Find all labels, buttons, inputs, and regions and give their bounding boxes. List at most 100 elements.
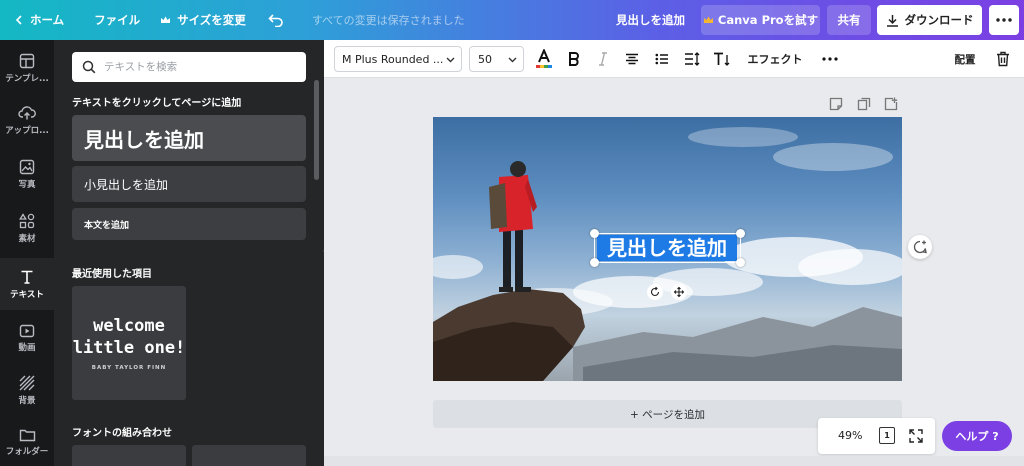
text-transform-icon: [714, 52, 730, 66]
add-body-card[interactable]: 本文を追加: [72, 208, 306, 240]
bullet-list-icon: [655, 53, 668, 65]
italic-button[interactable]: [594, 49, 612, 69]
click-to-add-heading: テキストをクリックしてページに追加: [72, 98, 242, 109]
rail-label: テンプレ...: [5, 73, 49, 84]
resize-handle[interactable]: [590, 258, 599, 267]
delete-button[interactable]: [994, 49, 1012, 69]
search-input[interactable]: [104, 61, 294, 73]
rail-item-templates[interactable]: テンプレ...: [0, 42, 54, 94]
top-bar: ホーム ファイル サイズを変更 すべての変更は保存されました 見出しを追加 Ca…: [0, 0, 1024, 40]
add-subheading-card[interactable]: 小見出しを追加: [72, 166, 306, 202]
align-button[interactable]: [622, 49, 642, 69]
ellipsis-icon: [822, 57, 838, 61]
more-text-options-button[interactable]: [820, 49, 840, 69]
trash-icon: [997, 51, 1009, 67]
font-combo-card[interactable]: [72, 445, 186, 466]
comment-add-icon: [913, 240, 927, 254]
help-label: ヘルプ ?: [955, 430, 999, 443]
page-count-button[interactable]: 1: [879, 427, 895, 444]
cloud-upload-icon: [18, 105, 36, 119]
download-button[interactable]: ダウンロード: [877, 5, 982, 35]
font-size-select[interactable]: 50: [469, 46, 524, 72]
text-t-icon: [21, 270, 33, 284]
position-button[interactable]: 配置: [948, 49, 982, 69]
rail-item-photos[interactable]: 写真: [0, 148, 54, 200]
move-icon: [674, 287, 684, 297]
rail-item-video[interactable]: 動画: [0, 312, 54, 364]
bold-icon: [569, 52, 579, 66]
add-page-icon[interactable]: [884, 97, 898, 111]
undo-icon: [268, 14, 283, 27]
file-menu-button[interactable]: ファイル: [84, 0, 150, 40]
canva-pro-button[interactable]: Canva Proを試す: [701, 5, 820, 35]
font-combo-card[interactable]: [192, 445, 306, 466]
add-body-label: 本文を追加: [84, 220, 130, 231]
font-combos-heading: フォントの組み合わせ: [72, 428, 172, 439]
chevron-down-icon: [446, 57, 455, 63]
text-color-icon: [536, 49, 552, 68]
rail-item-text[interactable]: テキスト: [0, 258, 54, 310]
rotate-icon: [650, 287, 660, 297]
effects-label: エフェクト: [747, 53, 803, 66]
save-status: すべての変更は保存されました: [311, 14, 465, 27]
home-button[interactable]: ホーム: [0, 0, 74, 40]
rail-label: アップロ...: [5, 125, 49, 136]
chevron-left-icon: [15, 15, 22, 25]
font-family-value: M Plus Rounded ...: [342, 52, 444, 66]
add-heading-title[interactable]: 見出しを追加: [606, 0, 695, 40]
home-label: ホーム: [30, 13, 65, 27]
resize-handle[interactable]: [736, 229, 745, 238]
undo-button[interactable]: [256, 0, 302, 40]
download-icon: [886, 14, 898, 27]
text-panel: テキストをクリックしてページに追加 見出しを追加 小見出しを追加 本文を追加 最…: [54, 40, 324, 466]
italic-icon: [599, 52, 607, 66]
rail-item-background[interactable]: 背景: [0, 364, 54, 416]
font-size-value: 50: [478, 52, 492, 66]
duplicate-page-icon[interactable]: [857, 97, 871, 111]
selected-text-box[interactable]: 見出しを追加: [590, 229, 745, 267]
help-button[interactable]: ヘルプ ?: [942, 421, 1012, 451]
zoom-level[interactable]: 49%: [838, 429, 862, 442]
move-handle[interactable]: [671, 284, 687, 300]
horizontal-scrollbar[interactable]: [324, 456, 1024, 466]
ellipsis-icon: [996, 18, 1012, 22]
list-button[interactable]: [652, 49, 672, 69]
share-button[interactable]: 共有: [827, 5, 871, 35]
search-icon: [82, 60, 96, 74]
panel-scrollbar[interactable]: [314, 80, 319, 180]
resize-handle[interactable]: [590, 229, 599, 238]
text-size-button[interactable]: [712, 49, 732, 69]
chevron-down-icon: [508, 57, 517, 63]
search-box[interactable]: [72, 52, 306, 82]
design-page[interactable]: 見出しを追加: [433, 117, 902, 381]
editor-toolbar: M Plus Rounded ... 50 エフェクト 配置: [324, 40, 1024, 78]
more-options-button[interactable]: [989, 5, 1019, 35]
add-subheading-label: 小見出しを追加: [84, 177, 169, 192]
recent-template-card[interactable]: welcome little one! BABY TAYLOR FINN: [72, 286, 186, 400]
rail-item-uploads[interactable]: アップロ...: [0, 94, 54, 146]
rail-label: 素材: [18, 233, 36, 244]
add-heading-card[interactable]: 見出しを追加: [72, 115, 306, 161]
text-color-button[interactable]: [533, 49, 555, 69]
canva-pro-label: Canva Proを試す: [717, 13, 819, 27]
add-comment-button[interactable]: [908, 235, 932, 259]
resize-button[interactable]: サイズを変更: [150, 0, 256, 40]
rail-label: テキスト: [10, 289, 44, 300]
note-icon[interactable]: [829, 97, 843, 111]
font-family-select[interactable]: M Plus Rounded ...: [334, 46, 462, 72]
spacing-button[interactable]: [682, 49, 702, 69]
file-label: ファイル: [94, 13, 141, 27]
rail-item-elements[interactable]: 素材: [0, 202, 54, 254]
effects-button[interactable]: エフェクト: [744, 49, 806, 69]
selected-heading-text[interactable]: 見出しを追加: [597, 235, 737, 261]
bold-button[interactable]: [564, 49, 584, 69]
fullscreen-icon[interactable]: [909, 429, 923, 443]
resize-handle[interactable]: [736, 258, 745, 267]
rail-item-folder[interactable]: フォルダー: [0, 416, 54, 466]
rotate-handle[interactable]: [647, 284, 663, 300]
background-pattern-icon: [19, 375, 35, 390]
shapes-icon: [19, 212, 35, 228]
rail-label: 動画: [18, 342, 36, 353]
add-page-label: + ページを追加: [630, 408, 705, 421]
page-count-value: 1: [884, 431, 890, 440]
